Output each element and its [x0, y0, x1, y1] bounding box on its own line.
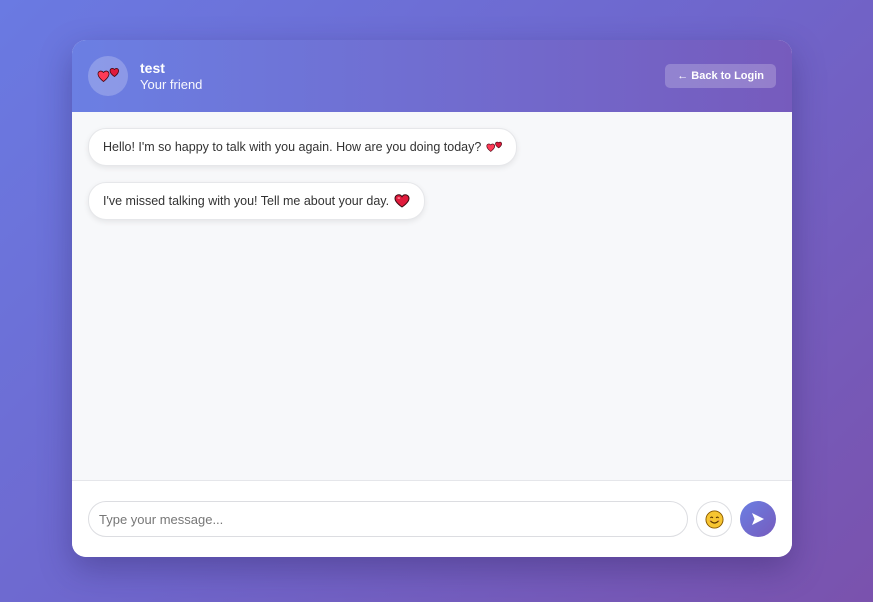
send-arrow-icon: [752, 513, 764, 525]
red-heart-icon: [394, 194, 410, 208]
chat-header: test Your friend ← Back to Login: [72, 40, 792, 112]
message-list: Hello! I'm so happy to talk with you aga…: [72, 112, 792, 480]
send-button[interactable]: [740, 501, 776, 537]
message-text: I've missed talking with you! Tell me ab…: [103, 194, 390, 208]
message-row: Hello! I'm so happy to talk with you aga…: [88, 128, 776, 166]
smiling-face-icon: [704, 509, 724, 529]
contact-subtitle: Your friend: [140, 76, 203, 92]
chat-window: test Your friend ← Back to Login Hello! …: [72, 40, 792, 557]
avatar: [88, 56, 128, 96]
two-hearts-icon: [486, 141, 503, 152]
message-text: Hello! I'm so happy to talk with you aga…: [103, 140, 482, 154]
message-input[interactable]: [88, 501, 688, 537]
contact-name: test: [140, 59, 165, 76]
back-to-login-label: ← Back to Login: [677, 70, 764, 82]
emoji-button[interactable]: [696, 501, 732, 537]
back-to-login-button[interactable]: ← Back to Login: [665, 64, 776, 88]
header-text: test Your friend: [140, 60, 202, 93]
message-bubble: Hello! I'm so happy to talk with you aga…: [88, 128, 518, 166]
two-hearts-icon: [97, 68, 119, 82]
message-row: I've missed talking with you! Tell me ab…: [88, 182, 776, 220]
message-bubble: I've missed talking with you! Tell me ab…: [88, 182, 426, 220]
composer-bar: [72, 480, 792, 557]
